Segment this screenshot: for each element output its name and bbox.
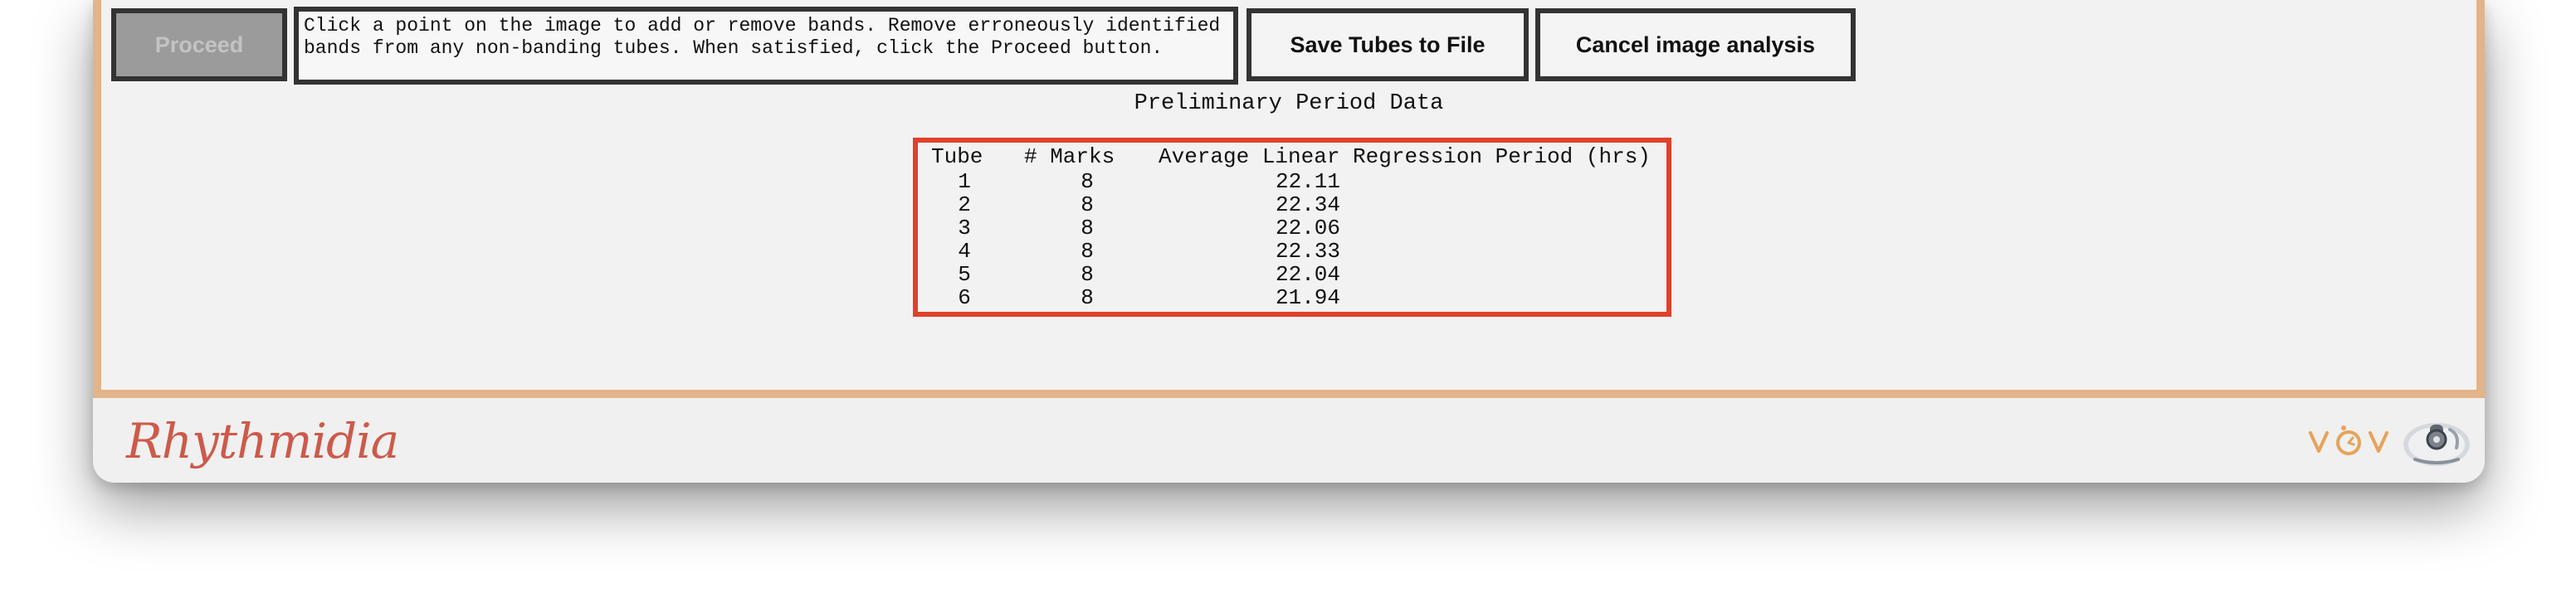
cell-tube: 1 — [958, 169, 971, 194]
cell-period: 22.06 — [1275, 216, 1340, 240]
table-row: 6 8 21.94 — [918, 285, 1666, 310]
col-header-marks: # Marks — [1024, 144, 1115, 169]
app-window: Proceed Click a point on the image to ad… — [93, 0, 2485, 483]
instructions-line-1: Click a point on the image to add or rem… — [304, 15, 1221, 36]
table-row: 4 8 22.33 — [918, 239, 1666, 264]
table-row: 2 8 22.34 — [918, 192, 1666, 217]
cell-tube: 3 — [958, 216, 971, 240]
cell-marks: 8 — [1081, 192, 1094, 217]
cell-marks: 8 — [1081, 169, 1094, 194]
cell-marks: 8 — [1081, 285, 1094, 310]
cell-marks: 8 — [1081, 262, 1094, 287]
save-tubes-button[interactable]: Save Tubes to File — [1247, 8, 1529, 81]
cell-period: 22.11 — [1275, 169, 1340, 194]
cell-tube: 2 — [958, 192, 971, 217]
main-panel: Proceed Click a point on the image to ad… — [93, 0, 2485, 398]
col-header-tube: Tube — [931, 144, 983, 169]
cell-tube: 5 — [958, 262, 971, 287]
vov-logo-icon — [2307, 418, 2390, 469]
cell-tube: 6 — [958, 285, 971, 310]
cell-period: 22.34 — [1275, 192, 1340, 217]
cell-period: 22.33 — [1275, 239, 1340, 264]
instructions-box: Click a point on the image to add or rem… — [294, 7, 1238, 85]
cell-marks: 8 — [1081, 216, 1094, 240]
microscope-icon — [2400, 415, 2473, 473]
footer-bar: Rhythmidia — [93, 398, 2485, 483]
period-results-table: Tube # Marks Average Linear Regression P… — [913, 138, 1671, 317]
preliminary-data-title: Preliminary Period Data — [1134, 91, 1444, 116]
table-row: 3 8 22.06 — [918, 216, 1666, 240]
cell-tube: 4 — [958, 239, 971, 264]
instructions-line-2: bands from any non-banding tubes. When s… — [304, 37, 1164, 59]
cell-period: 22.04 — [1275, 262, 1340, 287]
table-row: 1 8 22.11 — [918, 169, 1666, 194]
brand-logo: Rhythmidia — [126, 413, 399, 469]
cell-period: 21.94 — [1275, 285, 1340, 310]
cell-marks: 8 — [1081, 239, 1094, 264]
proceed-button[interactable]: Proceed — [111, 8, 287, 81]
cancel-analysis-button[interactable]: Cancel image analysis — [1535, 8, 1856, 81]
col-header-period: Average Linear Regression Period (hrs) — [1159, 144, 1651, 169]
table-row: 5 8 22.04 — [918, 262, 1666, 287]
